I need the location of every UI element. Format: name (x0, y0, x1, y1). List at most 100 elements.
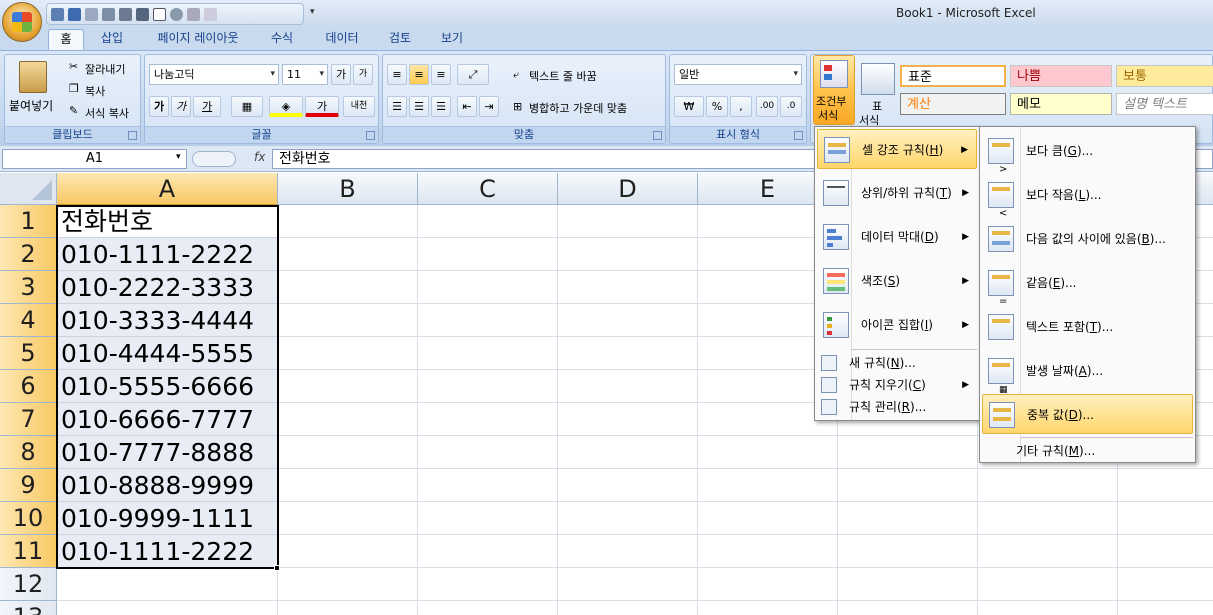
grid-cell[interactable] (698, 568, 838, 601)
grid-cell[interactable] (558, 370, 698, 403)
grid-cell[interactable] (558, 337, 698, 370)
tab-formulas[interactable]: 수식 (262, 29, 302, 50)
fill-color-button[interactable]: ◈ (269, 96, 303, 117)
tab-review[interactable]: 검토 (380, 29, 420, 50)
decrease-indent-button[interactable]: ⇤ (457, 96, 477, 117)
borders-button[interactable]: ▦ (231, 96, 263, 117)
checkbox-icon[interactable] (153, 7, 166, 21)
grid-cell[interactable] (418, 370, 558, 403)
cell-a7[interactable]: 010-6666-7777 (57, 403, 278, 436)
name-box[interactable]: A1 (2, 149, 187, 169)
print-preview-icon[interactable] (102, 7, 115, 21)
row-header[interactable]: 12 (0, 568, 57, 601)
row-header[interactable]: 5 (0, 337, 57, 370)
grid-cell[interactable] (418, 403, 558, 436)
percent-button[interactable]: % (706, 96, 728, 117)
align-bottom-button[interactable]: ≡ (431, 64, 451, 85)
grow-font-button[interactable]: 가 (331, 64, 351, 85)
office-button[interactable] (2, 2, 42, 42)
grid-cell[interactable] (978, 535, 1118, 568)
menu-top-bottom-rules[interactable]: 상위/하위 규칙(T) ▶ (817, 173, 977, 213)
cell-a5[interactable]: 010-4444-5555 (57, 337, 278, 370)
grid-cell[interactable] (278, 601, 418, 615)
grid-cell[interactable] (558, 436, 698, 469)
camera-icon[interactable] (136, 7, 149, 21)
grid-cell[interactable] (978, 469, 1118, 502)
submenu-between[interactable]: 다음 값의 사이에 있음(B)... (982, 219, 1193, 259)
menu-icon-sets[interactable]: 아이콘 집합(I) ▶ (817, 305, 977, 345)
comma-button[interactable]: , (730, 96, 752, 117)
submenu-date-occurring[interactable]: ▦ 발생 날짜(A)... (982, 351, 1193, 395)
submenu-duplicate-values[interactable]: 중복 값(D)... (982, 394, 1193, 434)
grid-cell[interactable] (418, 304, 558, 337)
grid-cell[interactable] (278, 238, 418, 271)
row-header[interactable]: 1 (0, 205, 57, 238)
grid-cell[interactable] (278, 304, 418, 337)
grid-cell[interactable] (698, 469, 838, 502)
cell-a11[interactable]: 010-1111-2222 (57, 535, 278, 568)
grid-cell[interactable] (278, 370, 418, 403)
merge-center-button[interactable]: 병합하고 가운데 맞춤 (529, 100, 627, 116)
grid-cell[interactable] (978, 502, 1118, 535)
menu-highlight-cells-rules[interactable]: 셀 강조 규칙(H) ▶ (817, 129, 977, 169)
grid-cell[interactable] (57, 568, 278, 601)
grid-cell[interactable] (698, 436, 838, 469)
grid-cell[interactable] (278, 568, 418, 601)
grid-cell[interactable] (558, 469, 698, 502)
format-icon[interactable] (187, 7, 200, 21)
grid-cell[interactable] (558, 601, 698, 615)
number-format-select[interactable]: 일반 (674, 64, 802, 85)
grid-cell[interactable] (278, 502, 418, 535)
grid-cell[interactable] (418, 502, 558, 535)
grid-cell[interactable] (1118, 535, 1213, 568)
format-painter-button[interactable]: 서식 복사 (85, 105, 129, 121)
dropdown-icon[interactable] (204, 7, 217, 21)
insert-function-icon[interactable]: fx (254, 150, 265, 164)
alignment-launcher[interactable] (653, 131, 662, 140)
grid-cell[interactable] (1118, 469, 1213, 502)
increase-indent-button[interactable]: ⇥ (479, 96, 499, 117)
grid-cell[interactable] (418, 469, 558, 502)
column-header-c[interactable]: C (418, 173, 558, 205)
option-icon[interactable] (170, 7, 183, 21)
grid-cell[interactable] (838, 469, 978, 502)
cell-a1[interactable]: 전화번호 (57, 205, 278, 238)
grid-cell[interactable] (1118, 502, 1213, 535)
tab-data[interactable]: 데이터 (316, 29, 368, 50)
style-bad[interactable]: 나쁨 (1010, 65, 1112, 87)
row-header[interactable]: 7 (0, 403, 57, 436)
submenu-more-rules[interactable]: 기타 규칙(M)... (982, 440, 1193, 462)
currency-button[interactable]: ₩ (674, 96, 704, 117)
save-icon[interactable] (51, 7, 64, 21)
style-normal[interactable]: 표준 (900, 65, 1006, 87)
cut-button[interactable]: 잘라내기 (85, 61, 125, 77)
column-header-a[interactable]: A (57, 173, 278, 205)
grid-cell[interactable] (838, 502, 978, 535)
grid-cell[interactable] (278, 535, 418, 568)
menu-manage-rules[interactable]: 규칙 관리(R)... (817, 396, 977, 418)
cell-a2[interactable]: 010-1111-2222 (57, 238, 278, 271)
font-size-select[interactable]: 11 (282, 64, 328, 85)
grid-cell[interactable] (558, 205, 698, 238)
grid-cell[interactable] (418, 535, 558, 568)
grid-cell[interactable] (558, 304, 698, 337)
increase-decimal-button[interactable]: .00 (756, 96, 778, 117)
grid-cell[interactable] (978, 568, 1118, 601)
menu-color-scales[interactable]: 색조(S) ▶ (817, 261, 977, 301)
grid-cell[interactable] (558, 238, 698, 271)
row-header[interactable]: 11 (0, 535, 57, 568)
grid-cell[interactable] (418, 205, 558, 238)
grid-cell[interactable] (418, 271, 558, 304)
grid-cell[interactable] (278, 436, 418, 469)
row-header[interactable]: 9 (0, 469, 57, 502)
wrap-text-button[interactable]: 텍스트 줄 바꿈 (529, 68, 597, 84)
underline-button[interactable]: 가 (193, 96, 221, 117)
submenu-text-contains[interactable]: 텍스트 포함(T)... (982, 307, 1193, 347)
font-launcher[interactable] (366, 131, 375, 140)
cell-a9[interactable]: 010-8888-9999 (57, 469, 278, 502)
row-header[interactable]: 6 (0, 370, 57, 403)
row-header[interactable]: 2 (0, 238, 57, 271)
grid-cell[interactable] (558, 403, 698, 436)
grid-cell[interactable] (978, 601, 1118, 615)
row-header[interactable]: 8 (0, 436, 57, 469)
